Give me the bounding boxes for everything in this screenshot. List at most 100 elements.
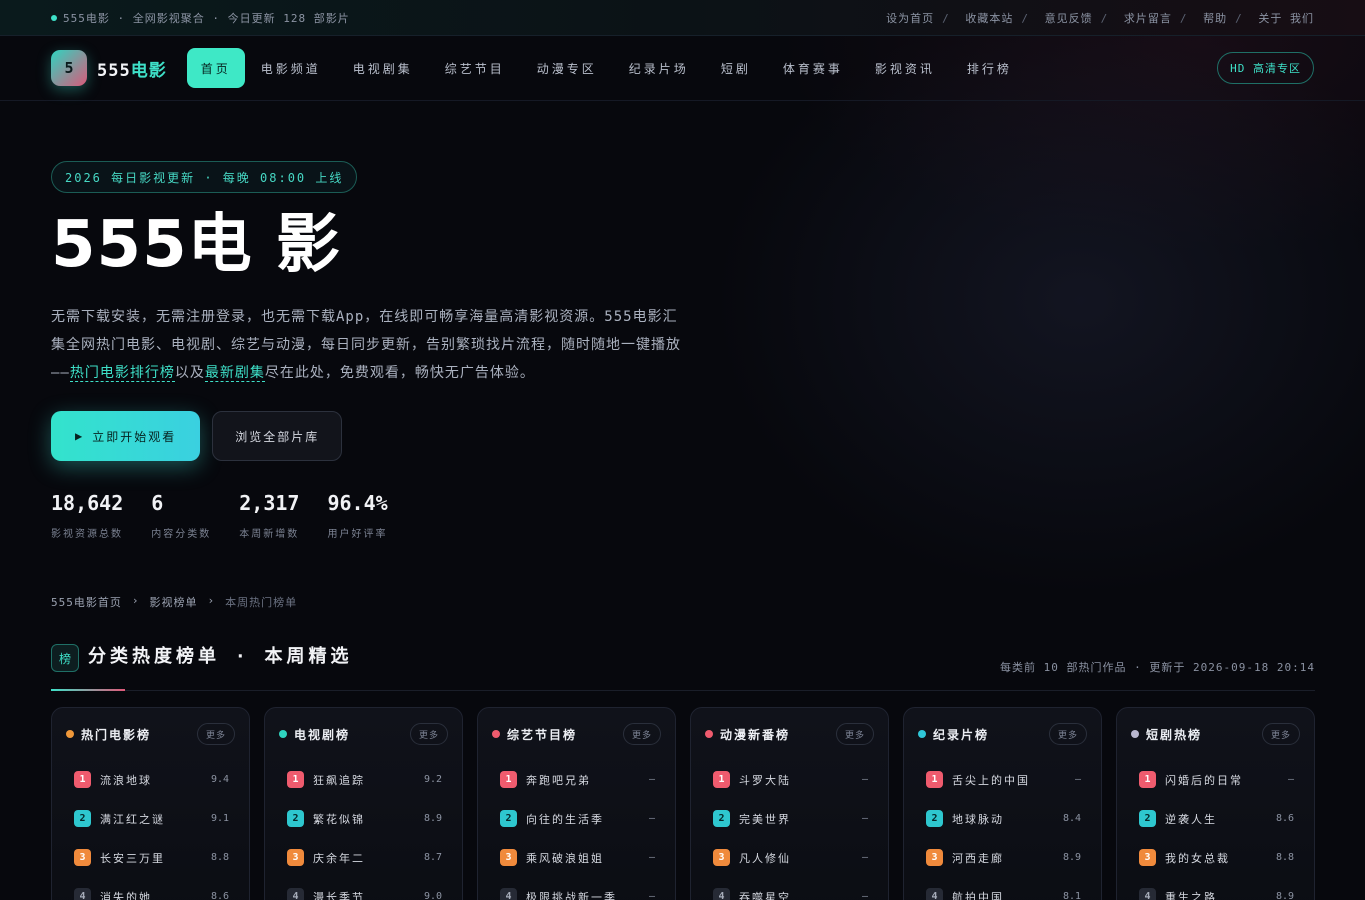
card-title: 动漫新番榜 (720, 727, 791, 742)
list-item-title: 流浪地球 (100, 773, 152, 787)
card-list: 1 奔跑吧兄弟 — 2 向往的生活季 — 3 乘风破浪姐姐 — 4 极限挑战新一季 — (492, 760, 661, 900)
breadcrumb: 555电影首页 › 影视榜单 › 本周热门榜单 (51, 594, 297, 610)
category-dot-icon (705, 730, 713, 738)
list-item-title: 漫长季节 (313, 890, 365, 900)
list-item[interactable]: 1 奔跑吧兄弟 — (492, 760, 661, 799)
card-header: 电视剧榜 更多 (279, 722, 448, 746)
list-item-score: 8.8 (1275, 852, 1294, 863)
nav-item-tv[interactable]: 电视剧集 (337, 48, 429, 88)
hd-zone-button[interactable]: HD 高清专区 (1217, 52, 1314, 84)
rank-badge: 4 (500, 888, 517, 900)
list-item-title: 消失的她 (100, 890, 152, 900)
list-item-title: 完美世界 (739, 812, 791, 826)
list-item[interactable]: 4 漫长季节 9.0 (279, 877, 448, 900)
start-watching-label: 立即开始观看 (92, 429, 177, 444)
list-item-score: 8.7 (423, 852, 442, 863)
list-item[interactable]: 3 庆余年二 8.7 (279, 838, 448, 877)
top-link-help[interactable]: 帮助 (1203, 12, 1227, 25)
list-item[interactable]: 2 逆袭人生 8.6 (1131, 799, 1300, 838)
list-item[interactable]: 3 凡人修仙 — (705, 838, 874, 877)
card-more-button[interactable]: 更多 (1261, 723, 1300, 745)
rank-badge: 4 (287, 888, 304, 900)
rank-badge: 3 (1139, 849, 1156, 866)
top-link-feedback[interactable]: 意见反馈 (1045, 12, 1093, 25)
card-more-button[interactable]: 更多 (1048, 723, 1087, 745)
stat-categories: 6 内容分类数 (151, 491, 211, 540)
list-item[interactable]: 4 消失的她 8.6 (66, 877, 235, 900)
list-item-title: 我的女总裁 (1165, 851, 1230, 865)
start-watching-button[interactable]: ▶ 立即开始观看 (51, 411, 201, 461)
hero-link-hot-movies[interactable]: 热门电影排行榜 (69, 365, 175, 382)
ranking-card: 综艺节目榜 更多 1 奔跑吧兄弟 — 2 向往的生活季 — 3 乘风破浪姐姐 — 4 极限挑战新一季 — (477, 707, 676, 900)
section-meta-update: 更新于 (1149, 661, 1186, 674)
list-item[interactable]: 4 极限挑战新一季 — (492, 877, 661, 900)
list-item[interactable]: 1 流浪地球 9.4 (66, 760, 235, 799)
rank-badge: 3 (500, 849, 517, 866)
logo-text[interactable]: 555电影 (97, 56, 167, 81)
nav-item-movies[interactable]: 电影频道 (245, 48, 337, 88)
top-link-bookmark[interactable]: 收藏本站 (965, 12, 1013, 25)
list-item[interactable]: 1 狂飙追踪 9.2 (279, 760, 448, 799)
category-dot-icon (492, 730, 500, 738)
nav-item-home[interactable]: 首页 (186, 48, 245, 88)
ranking-card: 纪录片榜 更多 1 舌尖上的中国 — 2 地球脉动 8.4 3 河西走廊 8.9 4 航拍中国 8.1 (903, 707, 1102, 900)
list-item[interactable]: 4 航拍中国 8.1 (918, 877, 1087, 900)
list-item-title: 满江红之谜 (100, 812, 165, 826)
list-item[interactable]: 2 完美世界 — (705, 799, 874, 838)
card-list: 1 流浪地球 9.4 2 满江红之谜 9.1 3 长安三万里 8.8 4 消失的她 8.6 (66, 760, 235, 900)
ranking-card: 热门电影榜 更多 1 流浪地球 9.4 2 满江红之谜 9.1 3 长安三万里 8.8 4 消失的她 8.… (51, 707, 250, 900)
nav-item-news[interactable]: 影视资讯 (859, 48, 951, 88)
list-item-score: 8.8 (210, 852, 229, 863)
nav-item-variety[interactable]: 综艺节目 (429, 48, 521, 88)
list-item[interactable]: 4 吞噬星空 — (705, 877, 874, 900)
logo-mark[interactable]: 5 (51, 50, 87, 86)
nav-item-anime[interactable]: 动漫专区 (521, 48, 613, 88)
ranking-cards: 热门电影榜 更多 1 流浪地球 9.4 2 满江红之谜 9.1 3 长安三万里 8.8 4 消失的她 8.… (51, 707, 1315, 900)
nav-item-documentary[interactable]: 纪录片场 (613, 48, 705, 88)
category-dot-icon (66, 730, 74, 738)
list-item[interactable]: 3 长安三万里 8.8 (66, 838, 235, 877)
list-item[interactable]: 4 重生之路 8.9 (1131, 877, 1300, 900)
list-item[interactable]: 3 我的女总裁 8.8 (1131, 838, 1300, 877)
list-item[interactable]: 3 乘风破浪姐姐 — (492, 838, 661, 877)
list-item[interactable]: 2 向往的生活季 — (492, 799, 661, 838)
list-item[interactable]: 2 满江红之谜 9.1 (66, 799, 235, 838)
list-item[interactable]: 1 闪婚后的日常 — (1131, 760, 1300, 799)
list-item-score: — (648, 813, 655, 824)
hero-link-new-series[interactable]: 最新剧集 (204, 365, 265, 382)
list-item-title: 繁花似锦 (313, 812, 365, 826)
site-status: 555电影 · 全网影视聚合 · 今日更新 128 部影片 (51, 10, 350, 26)
hero-title: 555电 影 (51, 208, 341, 282)
breadcrumb-home[interactable]: 555电影首页 (51, 594, 122, 610)
list-item[interactable]: 2 地球脉动 8.4 (918, 799, 1087, 838)
list-item-title: 逆袭人生 (1165, 812, 1217, 826)
separator: / (1179, 11, 1188, 25)
top-link-request[interactable]: 求片留言 (1124, 12, 1172, 25)
card-more-button[interactable]: 更多 (409, 723, 448, 745)
card-title: 热门电影榜 (81, 727, 152, 742)
list-item[interactable]: 1 舌尖上的中国 — (918, 760, 1087, 799)
rank-badge: 1 (926, 771, 943, 788)
ranking-card: 电视剧榜 更多 1 狂飙追踪 9.2 2 繁花似锦 8.9 3 庆余年二 8.7 4 漫长季节 9.0 (264, 707, 463, 900)
card-more-button[interactable]: 更多 (196, 723, 235, 745)
nav-item-sports[interactable]: 体育赛事 (767, 48, 859, 88)
rank-badge: 1 (287, 771, 304, 788)
card-more-button[interactable]: 更多 (835, 723, 874, 745)
list-item[interactable]: 2 繁花似锦 8.9 (279, 799, 448, 838)
rank-badge: 4 (926, 888, 943, 900)
top-link-home[interactable]: 设为首页 (886, 12, 934, 25)
breadcrumb-rankings[interactable]: 影视榜单 (150, 594, 198, 610)
browse-library-button[interactable]: 浏览全部片库 (212, 411, 343, 461)
nav-item-ranking[interactable]: 排行榜 (951, 48, 1028, 88)
nav-item-shorts[interactable]: 短剧 (705, 48, 767, 88)
list-item[interactable]: 1 斗罗大陆 — (705, 760, 874, 799)
list-item-score: — (648, 774, 655, 785)
list-item[interactable]: 3 河西走廊 8.9 (918, 838, 1087, 877)
card-header: 短剧热榜 更多 (1131, 722, 1300, 746)
card-more-button[interactable]: 更多 (622, 723, 661, 745)
stat-label: 本周新增数 (239, 529, 300, 540)
stat-label: 用户好评率 (327, 529, 388, 540)
list-item-title: 重生之路 (1165, 890, 1217, 900)
top-link-about[interactable]: 关于 我们 (1258, 12, 1314, 25)
rank-badge: 1 (713, 771, 730, 788)
